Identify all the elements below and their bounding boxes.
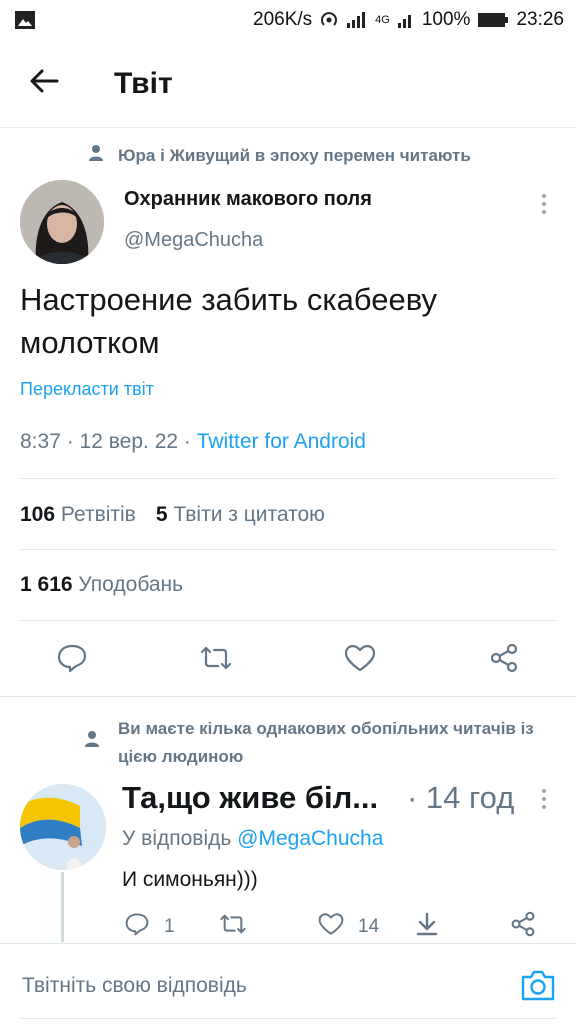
- author-name[interactable]: Охранник макового поля: [124, 188, 372, 211]
- back-button[interactable]: [14, 54, 74, 114]
- likes-label: Уподобань: [78, 573, 184, 596]
- reply-share-button[interactable]: [510, 911, 536, 943]
- reply-author-name[interactable]: Та,що живе біл...: [122, 780, 378, 816]
- reply-more-options-button[interactable]: [532, 784, 556, 814]
- reply-icon: [124, 912, 150, 942]
- author-handle[interactable]: @MegaChucha: [124, 229, 263, 252]
- reply-retweet-button[interactable]: [218, 912, 248, 942]
- likes-stat[interactable]: 1 616 Уподобань: [20, 573, 183, 597]
- thread-line: [61, 872, 64, 942]
- reply-like-button[interactable]: 14: [318, 912, 379, 942]
- network-speed: 206K/s: [253, 9, 313, 30]
- image-notification-icon: [14, 10, 36, 30]
- tweet-date: 12 вер. 22: [79, 430, 179, 453]
- tweet-text: Настроение забить скабееву молотком: [20, 278, 540, 364]
- author-avatar[interactable]: [20, 180, 104, 264]
- clock: 23:26: [516, 9, 564, 30]
- person-icon: [84, 729, 100, 757]
- tweet-text-line-1: Настроение забить скабееву: [20, 282, 437, 317]
- tweet-time: 8:37: [20, 430, 61, 453]
- section-divider: [0, 696, 576, 697]
- tweet-text-line-2: молотком: [20, 325, 160, 360]
- reply-input[interactable]: Твітніть свою відповідь: [22, 974, 247, 998]
- person-icon: [88, 144, 104, 167]
- quotes-count: 5: [155, 503, 168, 526]
- reply-reply-button[interactable]: 1: [124, 912, 175, 942]
- page-title: Твіт: [114, 66, 173, 100]
- like-button[interactable]: [338, 638, 382, 682]
- retweets-count: 106: [20, 503, 56, 526]
- retweet-icon: [198, 644, 234, 677]
- reply-likes-count: 14: [358, 916, 380, 937]
- social-context[interactable]: Юра і Живущий в эпоху перемен читають: [88, 144, 471, 167]
- battery-percent: 100%: [421, 9, 471, 30]
- tweet-meta: 8:37 · 12 вер. 22 · Twitter for Android: [20, 430, 366, 453]
- retweet-icon: [218, 912, 248, 942]
- replying-to-prefix: У відповідь: [122, 827, 232, 850]
- tweet-source-link[interactable]: Twitter for Android: [197, 430, 366, 453]
- share-button[interactable]: [482, 638, 526, 682]
- signal-icon: [346, 11, 368, 29]
- more-vertical-icon: [542, 194, 546, 198]
- reply-count: 1: [164, 916, 175, 937]
- share-icon: [489, 643, 519, 678]
- engagement-stats: 106 Ретвітів 5 Твіти з цитатою: [20, 503, 325, 527]
- replying-to: У відповідь @MegaChucha: [122, 827, 383, 851]
- likes-count: 1 616: [20, 573, 73, 596]
- mutual-followers-context[interactable]: Ви маєте кілька однакових обопільних чит…: [84, 715, 538, 771]
- reply-icon: [56, 643, 88, 678]
- reply-text: И симоньян))): [122, 868, 258, 891]
- divider: [20, 549, 556, 550]
- mutual-context-text: Ви маєте кілька однакових обопільних чит…: [118, 719, 534, 766]
- app-bar: Твіт: [0, 40, 576, 128]
- back-arrow-icon: [29, 68, 59, 99]
- quotes-stat[interactable]: 5 Твіти з цитатою: [156, 503, 325, 527]
- retweet-button[interactable]: [194, 638, 238, 682]
- camera-icon: [520, 970, 556, 1006]
- replying-to-handle[interactable]: @MegaChucha: [237, 827, 383, 850]
- more-vertical-icon: [542, 789, 546, 793]
- share-icon: [510, 911, 536, 943]
- signal-icon-2: [397, 11, 415, 29]
- reply-author-avatar[interactable]: [20, 784, 106, 870]
- reply-button[interactable]: [50, 638, 94, 682]
- hotspot-icon: [319, 10, 339, 30]
- reply-time: · 14 год: [407, 780, 515, 815]
- composer-underline: [20, 1018, 556, 1019]
- like-icon: [344, 644, 376, 677]
- reply-download-button[interactable]: [414, 912, 440, 942]
- like-icon: [318, 912, 344, 942]
- social-context-text: Юра і Живущий в эпоху перемен читають: [118, 145, 471, 165]
- camera-button[interactable]: [520, 968, 556, 1004]
- status-bar: 206K/s 4G 100% 23:26: [0, 0, 576, 40]
- translate-tweet-link[interactable]: Перекласти твіт: [20, 379, 154, 400]
- divider: [20, 478, 556, 479]
- retweets-stat[interactable]: 106 Ретвітів: [20, 503, 136, 527]
- retweets-label: Ретвітів: [60, 503, 136, 526]
- quotes-label: Твіти з цитатою: [173, 503, 325, 526]
- more-options-button[interactable]: [532, 189, 556, 219]
- network-type: 4G: [375, 14, 390, 26]
- battery-icon: [477, 11, 509, 29]
- download-icon: [414, 911, 440, 943]
- divider: [20, 620, 556, 621]
- reply-composer: Твітніть свою відповідь: [0, 943, 576, 1024]
